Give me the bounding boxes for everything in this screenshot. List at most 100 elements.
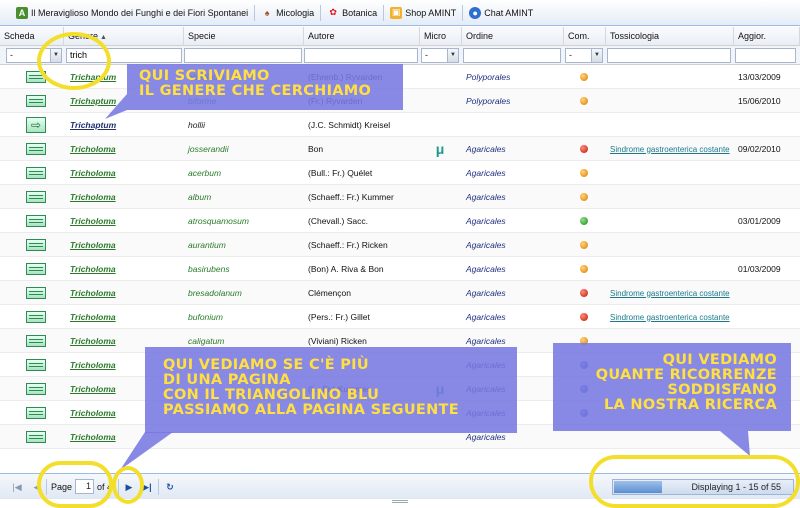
toolbar-shop-label: Shop AMINT xyxy=(405,7,457,18)
sheet-icon[interactable] xyxy=(26,191,46,203)
tossicologia-link[interactable] xyxy=(606,65,732,89)
edibility-cell xyxy=(564,257,604,281)
genere-link[interactable]: Tricholoma xyxy=(66,257,182,281)
mushroom-icon: ♠ xyxy=(264,7,270,18)
ordine-cell: Agaricales xyxy=(466,312,506,322)
open-arrow-icon[interactable]: ⇨ xyxy=(26,117,46,133)
table-row[interactable]: Tricholoma aurantium (Schaeff.: Fr.) Ricke… xyxy=(0,233,800,257)
table-row[interactable]: Tricholoma album (Schaeff.: Fr.) Kummer Aga… xyxy=(0,185,800,209)
table-row[interactable]: Tricholoma josserandii Bon μ Agaricales Sindr… xyxy=(0,137,800,161)
sheet-icon[interactable] xyxy=(26,359,46,371)
column-ordine[interactable]: Ordine xyxy=(462,27,564,46)
tossicologia-link[interactable] xyxy=(606,257,732,281)
tossicologia-link[interactable]: Sindrome gastroenterica costante xyxy=(606,281,732,305)
toolbar-home-button[interactable]: A Il Meraviglioso Mondo dei Funghi e dei… xyxy=(10,3,254,23)
genere-link[interactable]: Tricholoma xyxy=(66,161,182,185)
aggiornamento-cell xyxy=(734,185,800,209)
toolbar-micologia-button[interactable]: ♠ Micologia xyxy=(255,3,320,23)
sheet-icon[interactable] xyxy=(26,167,46,179)
edibility-cell xyxy=(564,281,604,305)
callout-right-line: LA NOSTRA RICERCA xyxy=(604,397,777,413)
edibility-cell xyxy=(564,137,604,161)
edibility-cell xyxy=(564,89,604,113)
micro-icon[interactable] xyxy=(420,281,460,305)
table-row[interactable]: Tricholoma basirubens (Bon) A. Riva & Bon A… xyxy=(0,257,800,281)
autore-filter-input[interactable] xyxy=(304,48,418,63)
genere-link[interactable]: Tricholoma xyxy=(66,281,182,305)
chevron-down-icon[interactable]: ▼ xyxy=(591,49,602,62)
micro-icon[interactable]: μ xyxy=(420,137,460,161)
micro-icon[interactable] xyxy=(420,113,460,137)
specie-filter-input[interactable] xyxy=(184,48,302,63)
column-tossicologia[interactable]: Tossicologia xyxy=(606,27,734,46)
toolbar-botanica-button[interactable]: ✿ Botanica xyxy=(321,3,383,23)
table-row[interactable]: Tricholoma atrosquamosum (Chevall.) Sacc. A… xyxy=(0,209,800,233)
sheet-icon[interactable] xyxy=(26,263,46,275)
autore-cell: (Schaeff.: Fr.) Kummer xyxy=(308,192,394,202)
toolbar-chat-label: Chat AMINT xyxy=(484,7,534,18)
sheet-icon[interactable] xyxy=(26,143,46,155)
genere-link[interactable]: Tricholoma xyxy=(66,209,182,233)
autore-cell: Bon xyxy=(308,144,324,154)
micro-filter-select[interactable]: - ▼ xyxy=(421,48,459,63)
tossicologia-link[interactable] xyxy=(606,185,732,209)
tossicologia-link[interactable] xyxy=(606,161,732,185)
sheet-icon[interactable] xyxy=(26,431,46,443)
resize-grip[interactable] xyxy=(392,500,408,503)
chevron-down-icon[interactable]: ▼ xyxy=(447,49,458,62)
tossicologia-link[interactable]: Sindrome gastroenterica costante xyxy=(606,137,732,161)
sheet-icon[interactable] xyxy=(26,215,46,227)
micro-icon[interactable] xyxy=(420,65,460,89)
toolbar-micologia-label: Micologia xyxy=(276,7,315,18)
sheet-icon[interactable] xyxy=(26,407,46,419)
ordine-cell: Agaricales xyxy=(466,288,506,298)
tossicologia-link[interactable] xyxy=(606,89,732,113)
column-autore[interactable]: Autore xyxy=(304,27,420,46)
genere-link[interactable]: Tricholoma xyxy=(66,137,182,161)
first-page-icon[interactable]: |◀ xyxy=(10,480,24,494)
toolbar-shop-button[interactable]: ▣ Shop AMINT xyxy=(384,3,462,23)
com-filter-select[interactable]: - ▼ xyxy=(565,48,603,63)
micro-icon[interactable] xyxy=(420,233,460,257)
sheet-icon[interactable] xyxy=(26,239,46,251)
specie-cell: bresadolanum xyxy=(188,288,242,298)
genere-link[interactable]: Tricholoma xyxy=(66,305,182,329)
table-row[interactable]: Tricholoma bufonium (Pers.: Fr.) Gillet Aga… xyxy=(0,305,800,329)
micro-icon[interactable] xyxy=(420,185,460,209)
autore-cell: (Chevall.) Sacc. xyxy=(308,216,368,226)
tossicologia-link[interactable]: Sindrome gastroenterica costante xyxy=(606,305,732,329)
micro-icon[interactable] xyxy=(420,161,460,185)
sheet-icon[interactable] xyxy=(26,335,46,347)
ordine-filter-input[interactable] xyxy=(463,48,561,63)
specie-cell: acerbum xyxy=(188,168,222,178)
tossicologia-link[interactable] xyxy=(606,209,732,233)
refresh-icon[interactable]: ↻ xyxy=(163,480,177,494)
toolbar-chat-button[interactable]: ● Chat AMINT xyxy=(463,3,539,23)
autore-cell: (Schaeff.: Fr.) Ricken xyxy=(308,240,388,250)
tossicologia-filter-input[interactable] xyxy=(607,48,731,63)
tossicologia-link[interactable] xyxy=(606,233,732,257)
micro-icon[interactable] xyxy=(420,209,460,233)
genere-link[interactable]: Tricholoma xyxy=(66,185,182,209)
aggiornamento-cell: 15/06/2010 xyxy=(738,96,781,106)
genere-link[interactable]: Tricholoma xyxy=(66,233,182,257)
sheet-icon[interactable] xyxy=(26,383,46,395)
column-autore-label: Autore xyxy=(308,31,335,41)
grid-column-header: Scheda Genere ▲ Specie Autore Micro Ordin… xyxy=(0,27,800,46)
callout-left-line: CON IL TRIANGOLINO BLU xyxy=(163,387,380,403)
sheet-icon[interactable] xyxy=(26,95,46,107)
micro-icon[interactable] xyxy=(420,89,460,113)
column-com[interactable]: Com. xyxy=(564,27,606,46)
table-row[interactable]: Tricholoma bresadolanum Clémençon Agaricale… xyxy=(0,281,800,305)
micro-icon[interactable] xyxy=(420,257,460,281)
column-specie[interactable]: Specie xyxy=(184,27,304,46)
ordine-cell xyxy=(462,113,562,137)
aggior-filter-input[interactable] xyxy=(735,48,796,63)
sheet-icon[interactable] xyxy=(26,287,46,299)
table-row[interactable]: Tricholoma acerbum (Bull.: Fr.) Quélet Agar… xyxy=(0,161,800,185)
column-micro[interactable]: Micro xyxy=(420,27,462,46)
micro-icon[interactable] xyxy=(420,305,460,329)
column-aggior[interactable]: Aggior. xyxy=(734,27,800,46)
tossicologia-link[interactable] xyxy=(606,113,732,137)
sheet-icon[interactable] xyxy=(26,311,46,323)
